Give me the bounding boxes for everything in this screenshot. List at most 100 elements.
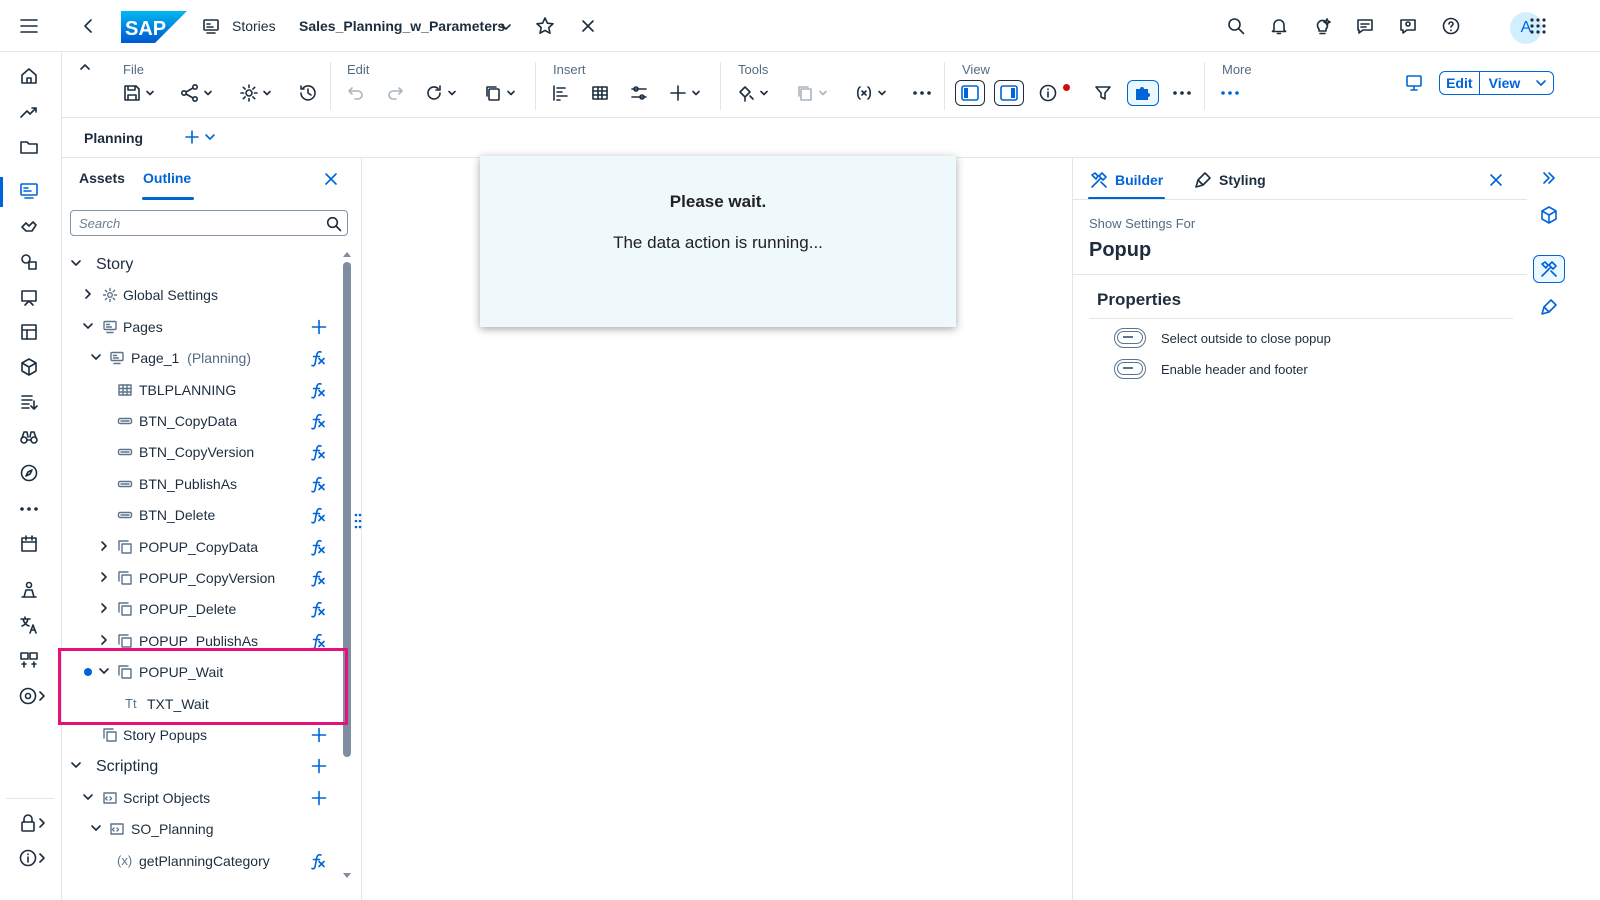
tree-item[interactable]: SO_Planning [62,813,352,844]
script-fx-icon[interactable] [309,475,327,493]
binoculars-icon[interactable] [19,428,41,450]
calendar-icon[interactable] [19,534,41,556]
tree-item[interactable]: BTN_CopyData [62,405,352,436]
add-page-button[interactable] [184,129,216,145]
info-expand-icon[interactable] [19,848,47,870]
chevron-down-icon[interactable] [90,351,102,363]
collapse-toolbar-icon[interactable] [78,60,92,74]
models-cube-icon[interactable] [19,357,41,379]
favorite-star-icon[interactable] [535,16,555,36]
chevron-down-icon[interactable] [70,759,82,771]
script-fx-icon[interactable] [309,538,327,556]
tab-styling[interactable]: Styling [1193,170,1266,190]
filter-button[interactable] [1093,82,1113,104]
tab-outline[interactable]: Outline [143,170,191,186]
tree-item[interactable]: POPUP_CopyVersion [62,562,352,593]
script-fx-icon[interactable] [309,852,327,870]
story-title[interactable]: Sales_Planning_w_Parameters [299,18,505,34]
chevron-down-icon[interactable] [82,791,94,803]
builder-rail-button[interactable] [1533,255,1565,283]
script-fx-icon[interactable] [309,381,327,399]
script-fx-icon[interactable] [309,349,327,367]
tree-item[interactable]: Global Settings [62,279,352,310]
system-settings-expand-icon[interactable] [19,686,47,708]
ai-assistant-icon[interactable] [1313,17,1331,35]
insert-input-control-button[interactable] [629,82,649,104]
undo-button[interactable] [346,82,366,104]
security-user-icon[interactable] [19,580,41,602]
close-panel-icon[interactable] [324,172,338,186]
chevron-right-icon[interactable] [98,540,110,552]
add-item-plus-icon[interactable] [311,758,327,774]
left-panel-toggle[interactable] [955,80,985,106]
data-action-button[interactable] [795,82,828,104]
folder-icon[interactable] [19,137,41,159]
script-fx-icon[interactable] [309,600,327,618]
tab-builder[interactable]: Builder [1089,170,1163,190]
tree-item[interactable]: Page_1 (Planning) [62,342,352,373]
conditional-formatting-button[interactable] [736,82,769,104]
tree-item[interactable]: TBLPLANNING [62,374,352,405]
info-panel-button[interactable] [1038,82,1058,104]
add-item-plus-icon[interactable] [311,319,327,335]
tree-item[interactable]: POPUP_CopyData [62,531,352,562]
right-panel-toggle[interactable] [994,80,1024,106]
close-story-icon[interactable] [580,18,596,34]
stories-nav-icon[interactable] [19,181,41,203]
refresh-button[interactable] [424,82,457,104]
script-fx-icon[interactable] [309,506,327,524]
mode-dropdown-chevron-icon[interactable] [1529,72,1553,94]
tree-item[interactable]: POPUP_Delete [62,593,352,624]
chevron-right-icon[interactable] [82,288,94,300]
sap-logo[interactable]: SAP [121,11,187,43]
tree-item[interactable]: BTN_Delete [62,499,352,530]
view-overflow-button[interactable] [1172,82,1192,104]
more-dots-icon[interactable] [19,499,41,521]
share-button[interactable] [180,82,213,104]
insert-table-button[interactable] [590,82,610,104]
add-item-plus-icon[interactable] [311,727,327,743]
lock-expand-icon[interactable] [19,813,47,835]
comments-icon[interactable] [1356,17,1374,35]
menu-icon[interactable] [19,16,39,36]
search-icon[interactable] [1227,17,1245,35]
chevron-down-icon[interactable] [70,257,82,269]
chevron-down-icon[interactable] [82,320,94,332]
tools-overflow-button[interactable] [912,82,932,104]
more-button[interactable] [1220,82,1240,104]
trend-icon[interactable] [19,102,41,124]
redo-button[interactable] [385,82,405,104]
compass-icon[interactable] [19,463,41,485]
script-fx-icon[interactable] [309,569,327,587]
script-fx-icon[interactable] [309,412,327,430]
save-button[interactable] [122,82,155,104]
popup-wait[interactable]: Please wait. The data action is running.… [480,156,956,327]
model-cube-icon[interactable] [1539,205,1559,225]
history-button[interactable] [298,82,318,104]
data-import-icon[interactable] [19,392,41,414]
chevron-right-icon[interactable] [98,602,110,614]
back-icon[interactable] [80,17,98,35]
settings-button[interactable] [239,82,272,104]
story-menu-chevron-icon[interactable] [499,20,513,34]
breadcrumb-stories[interactable]: Stories [232,18,276,34]
help-icon[interactable] [1442,17,1460,35]
datasets-icon[interactable] [19,322,41,344]
home-icon[interactable] [19,66,41,88]
script-fx-icon[interactable] [309,443,327,461]
device-preview-icon[interactable] [1404,73,1424,93]
script-variable-button[interactable] [854,82,887,104]
tree-item[interactable]: (x) getPlanningCategory [62,845,352,876]
page-tab-planning[interactable]: Planning [84,130,143,146]
outline-search-field[interactable]: Search [70,210,348,236]
tree-item[interactable]: Pages [62,311,352,342]
tree-item[interactable]: Story [62,248,352,279]
tree-item[interactable]: BTN_PublishAs [62,468,352,499]
notifications-bell-icon[interactable] [1270,17,1288,35]
toggle-header-footer[interactable] [1114,359,1146,379]
preview-toggle[interactable] [1127,80,1159,106]
data-analyzer-icon[interactable] [19,252,41,274]
styling-rail-icon[interactable] [1539,297,1559,317]
view-mode-button[interactable]: View [1480,72,1530,94]
deployment-icon[interactable] [19,650,41,672]
